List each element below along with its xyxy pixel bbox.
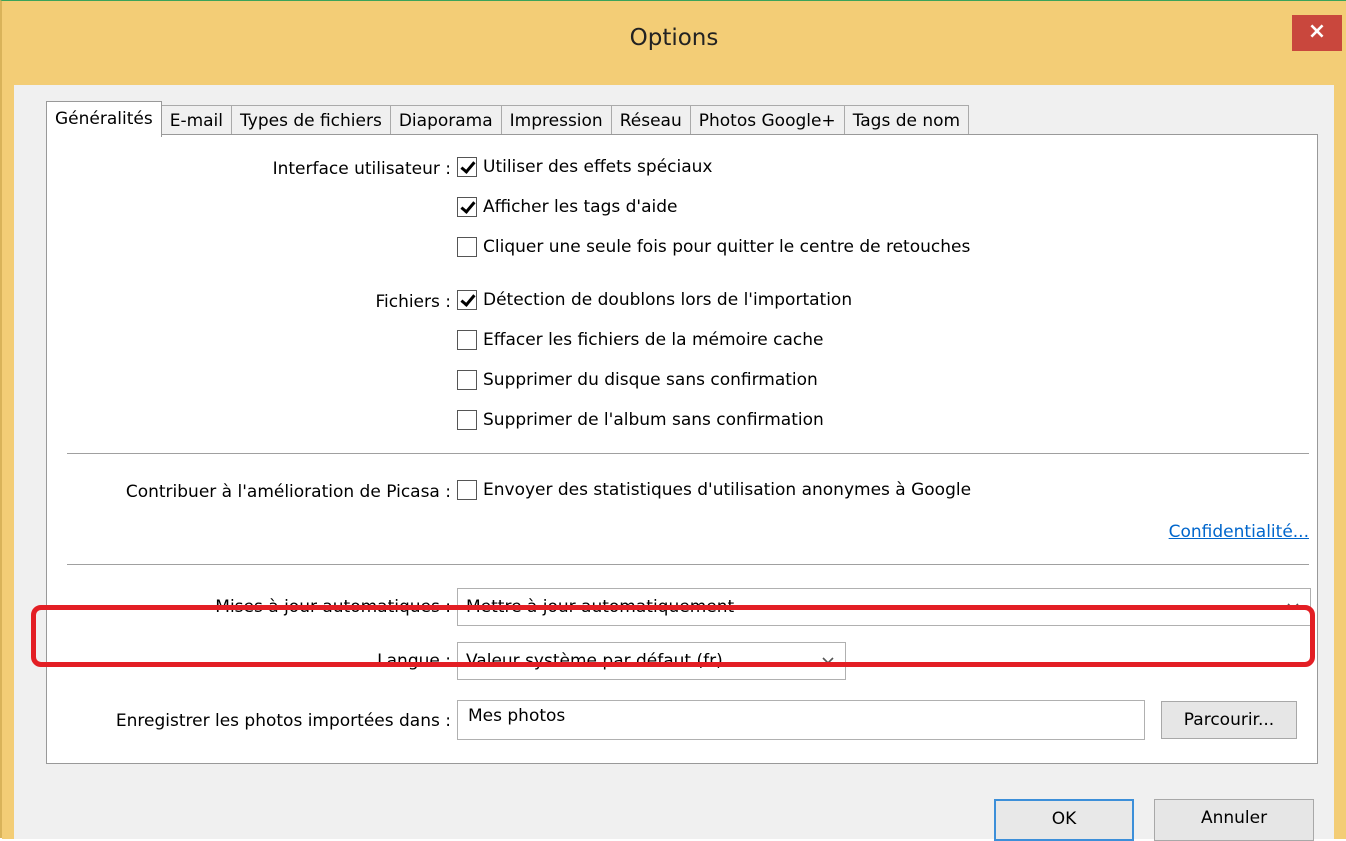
checkbox-checked-icon[interactable] — [457, 197, 477, 217]
checkbox-delete-album-no-confirm[interactable]: Supprimer de l'album sans confirmation — [457, 410, 824, 430]
tab-photos-google-plus[interactable]: Photos Google+ — [689, 105, 845, 137]
checkbox-label: Supprimer de l'album sans confirmation — [483, 410, 824, 430]
contribute-section-label: Contribuer à l'amélioration de Picasa : — [125, 482, 451, 502]
language-selected-value: Valeur système par défaut (fr) — [466, 651, 723, 671]
checkbox-label: Cliquer une seule fois pour quitter le c… — [483, 237, 971, 257]
options-dialog: Options × Généralités E-mail Types de fi… — [0, 0, 1346, 841]
checkbox-duplicate-detection[interactable]: Détection de doublons lors de l'importat… — [457, 290, 852, 310]
tab-reseau[interactable]: Réseau — [610, 105, 691, 137]
checkbox-checked-icon[interactable] — [457, 290, 477, 310]
save-location-field[interactable]: Mes photos — [457, 700, 1145, 740]
general-tab-panel: Interface utilisateur : Utiliser des eff… — [46, 134, 1318, 764]
updates-label: Mises à jour automatiques : — [215, 597, 451, 617]
checkbox-special-effects[interactable]: Utiliser des effets spéciaux — [457, 157, 712, 177]
checkbox-unchecked-icon[interactable] — [457, 237, 477, 257]
checkbox-label: Envoyer des statistiques d'utilisation a… — [483, 480, 972, 500]
checkbox-unchecked-icon[interactable] — [457, 410, 477, 430]
save-location-label: Enregistrer les photos importées dans : — [115, 711, 451, 731]
language-dropdown[interactable]: Valeur système par défaut (fr) — [457, 642, 846, 680]
chevron-down-icon — [1287, 603, 1299, 611]
checkbox-label: Utiliser des effets spéciaux — [483, 157, 713, 177]
dialog-client-area: Généralités E-mail Types de fichiers Dia… — [14, 85, 1334, 841]
close-icon: × — [1307, 19, 1327, 44]
updates-dropdown[interactable]: Mettre à jour automatiquement — [457, 588, 1311, 626]
cancel-button[interactable]: Annuler — [1154, 799, 1314, 841]
tab-email[interactable]: E-mail — [160, 105, 233, 137]
section-divider — [67, 453, 1309, 454]
checkbox-help-tags[interactable]: Afficher les tags d'aide — [457, 197, 677, 217]
title-bar: Options × — [2, 1, 1346, 85]
tab-generalites[interactable]: Généralités — [46, 101, 162, 137]
browse-button[interactable]: Parcourir... — [1161, 701, 1297, 739]
checkbox-clear-cache[interactable]: Effacer les fichiers de la mémoire cache — [457, 330, 824, 350]
window-title: Options — [629, 25, 719, 51]
files-section-label: Fichiers : — [375, 292, 451, 312]
checkbox-label: Supprimer du disque sans confirmation — [483, 370, 818, 390]
ok-button[interactable]: OK — [994, 799, 1134, 841]
checkbox-delete-disk-no-confirm[interactable]: Supprimer du disque sans confirmation — [457, 370, 818, 390]
checkbox-send-statistics[interactable]: Envoyer des statistiques d'utilisation a… — [457, 480, 971, 500]
checkbox-label: Détection de doublons lors de l'importat… — [483, 290, 853, 310]
privacy-link[interactable]: Confidentialité... — [1169, 522, 1309, 542]
checkbox-checked-icon[interactable] — [457, 157, 477, 177]
interface-section-label: Interface utilisateur : — [272, 159, 451, 179]
save-location-value: Mes photos — [468, 706, 566, 726]
checkbox-unchecked-icon[interactable] — [457, 330, 477, 350]
section-divider — [67, 564, 1309, 565]
tab-tags-de-nom[interactable]: Tags de nom — [843, 105, 970, 137]
tab-diaporama[interactable]: Diaporama — [389, 105, 502, 137]
checkbox-unchecked-icon[interactable] — [457, 480, 477, 500]
checkbox-single-click-exit[interactable]: Cliquer une seule fois pour quitter le c… — [457, 237, 970, 257]
language-label: Langue : — [377, 651, 451, 671]
window-border-left — [2, 85, 14, 839]
window-border-right — [1334, 85, 1346, 839]
tab-types-de-fichiers[interactable]: Types de fichiers — [231, 105, 391, 137]
chevron-down-icon — [822, 657, 834, 665]
checkbox-unchecked-icon[interactable] — [457, 370, 477, 390]
tab-impression[interactable]: Impression — [500, 105, 612, 137]
close-button[interactable]: × — [1292, 15, 1342, 51]
updates-selected-value: Mettre à jour automatiquement — [466, 597, 735, 617]
checkbox-label: Effacer les fichiers de la mémoire cache — [483, 330, 824, 350]
checkbox-label: Afficher les tags d'aide — [483, 197, 678, 217]
tab-strip: Généralités E-mail Types de fichiers Dia… — [46, 101, 970, 137]
